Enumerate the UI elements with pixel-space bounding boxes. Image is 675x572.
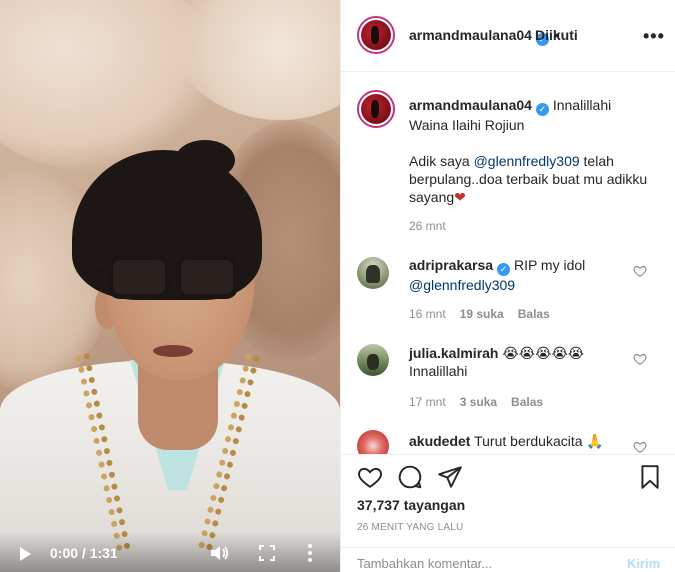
comment-meta: 16 mnt 19 suka Balas	[409, 307, 564, 321]
video-controls: 0:00 / 1:31	[0, 532, 340, 572]
comment-username[interactable]: adriprakarsa	[409, 257, 493, 273]
post-panel: armandmaulana04 ✓ • Diikuti ••• armandmau…	[340, 0, 675, 572]
comment-username[interactable]: akudedet	[409, 433, 470, 449]
glasses	[96, 255, 240, 303]
post-age: 26 MENIT YANG LALU	[357, 522, 464, 533]
comment-icon[interactable]	[397, 464, 423, 490]
avatar[interactable]	[357, 16, 395, 54]
view-count[interactable]: 37,737 tayangan	[357, 497, 465, 513]
comment-avatar[interactable]	[357, 430, 389, 454]
comment-avatar[interactable]	[357, 257, 389, 289]
mention-link[interactable]: @glennfredly309	[409, 277, 515, 293]
like-comment-heart-icon[interactable]	[633, 440, 647, 454]
comment-avatar[interactable]	[357, 344, 389, 376]
comment-body: 😭😭😭😭😭	[502, 345, 585, 361]
comment-likes[interactable]: 19 suka	[460, 307, 504, 321]
volume-icon[interactable]	[210, 544, 230, 562]
post-actions: 37,737 tayangan 26 MENIT YANG LALU Kirim	[341, 454, 675, 571]
video-subject	[0, 0, 340, 572]
share-icon[interactable]	[437, 464, 463, 490]
comment-time[interactable]: 16 mnt	[409, 307, 446, 321]
more-vertical-icon[interactable]	[306, 543, 314, 563]
caption-line: Waina Ilaihi Rojiun	[409, 117, 525, 133]
comment-text: julia.kalmirah 😭😭😭😭😭 Innalillahi	[409, 344, 649, 380]
more-options-icon[interactable]: •••	[643, 26, 665, 47]
heart-icon[interactable]	[357, 464, 383, 490]
comment-input[interactable]	[357, 556, 607, 571]
post-comment-button[interactable]: Kirim	[627, 556, 660, 571]
reply-button[interactable]: Balas	[518, 307, 550, 321]
post-header: armandmaulana04 ✓ • Diikuti •••	[341, 0, 675, 72]
video-time: 0:00 / 1:31	[50, 545, 118, 561]
comment-likes[interactable]: 3 suka	[460, 395, 497, 409]
bookmark-icon[interactable]	[637, 464, 663, 490]
comments-list[interactable]: armandmaulana04 ✓ Innalillahi Waina Ilaih…	[341, 72, 675, 454]
caption-avatar[interactable]	[357, 90, 395, 128]
caption-time[interactable]: 26 mnt	[409, 219, 446, 233]
comment-meta: 17 mnt 3 suka Balas	[409, 395, 557, 409]
fullscreen-icon[interactable]	[259, 545, 275, 561]
mention-link[interactable]: @glennfredly309	[474, 153, 580, 169]
comment-text: adriprakarsa ✓ RIP my idol @glennfredly30…	[409, 256, 649, 294]
play-icon[interactable]	[20, 547, 31, 561]
mouth	[153, 345, 193, 357]
caption-username[interactable]: armandmaulana04	[409, 97, 532, 113]
verified-icon: ✓	[497, 263, 511, 276]
like-comment-heart-icon[interactable]	[633, 264, 647, 278]
hair	[175, 140, 235, 180]
heart-emoji: ❤	[454, 189, 466, 205]
verified-icon: ✓	[535, 103, 549, 116]
comment-body: Turut berdukacita 🙏	[474, 433, 604, 449]
caption-line: Innalillahi	[552, 97, 612, 113]
add-comment-bar: Kirim	[341, 547, 675, 572]
author-username-text[interactable]: armandmaulana04	[409, 27, 532, 43]
caption: armandmaulana04 ✓ Innalillahi Waina Ilaih…	[409, 96, 659, 206]
comment-text: akudedet Turut berdukacita 🙏	[409, 432, 649, 450]
comment-body: Innalillahi	[409, 363, 468, 379]
video-player[interactable]: 0:00 / 1:31	[0, 0, 340, 572]
comment-time[interactable]: 17 mnt	[409, 395, 446, 409]
comment-username[interactable]: julia.kalmirah	[409, 345, 498, 361]
like-comment-heart-icon[interactable]	[633, 352, 647, 366]
comment-body: RIP my idol	[513, 257, 586, 273]
following-button[interactable]: Diikuti	[535, 27, 578, 43]
caption-line: Adik saya	[409, 153, 474, 169]
reply-button[interactable]: Balas	[511, 395, 543, 409]
